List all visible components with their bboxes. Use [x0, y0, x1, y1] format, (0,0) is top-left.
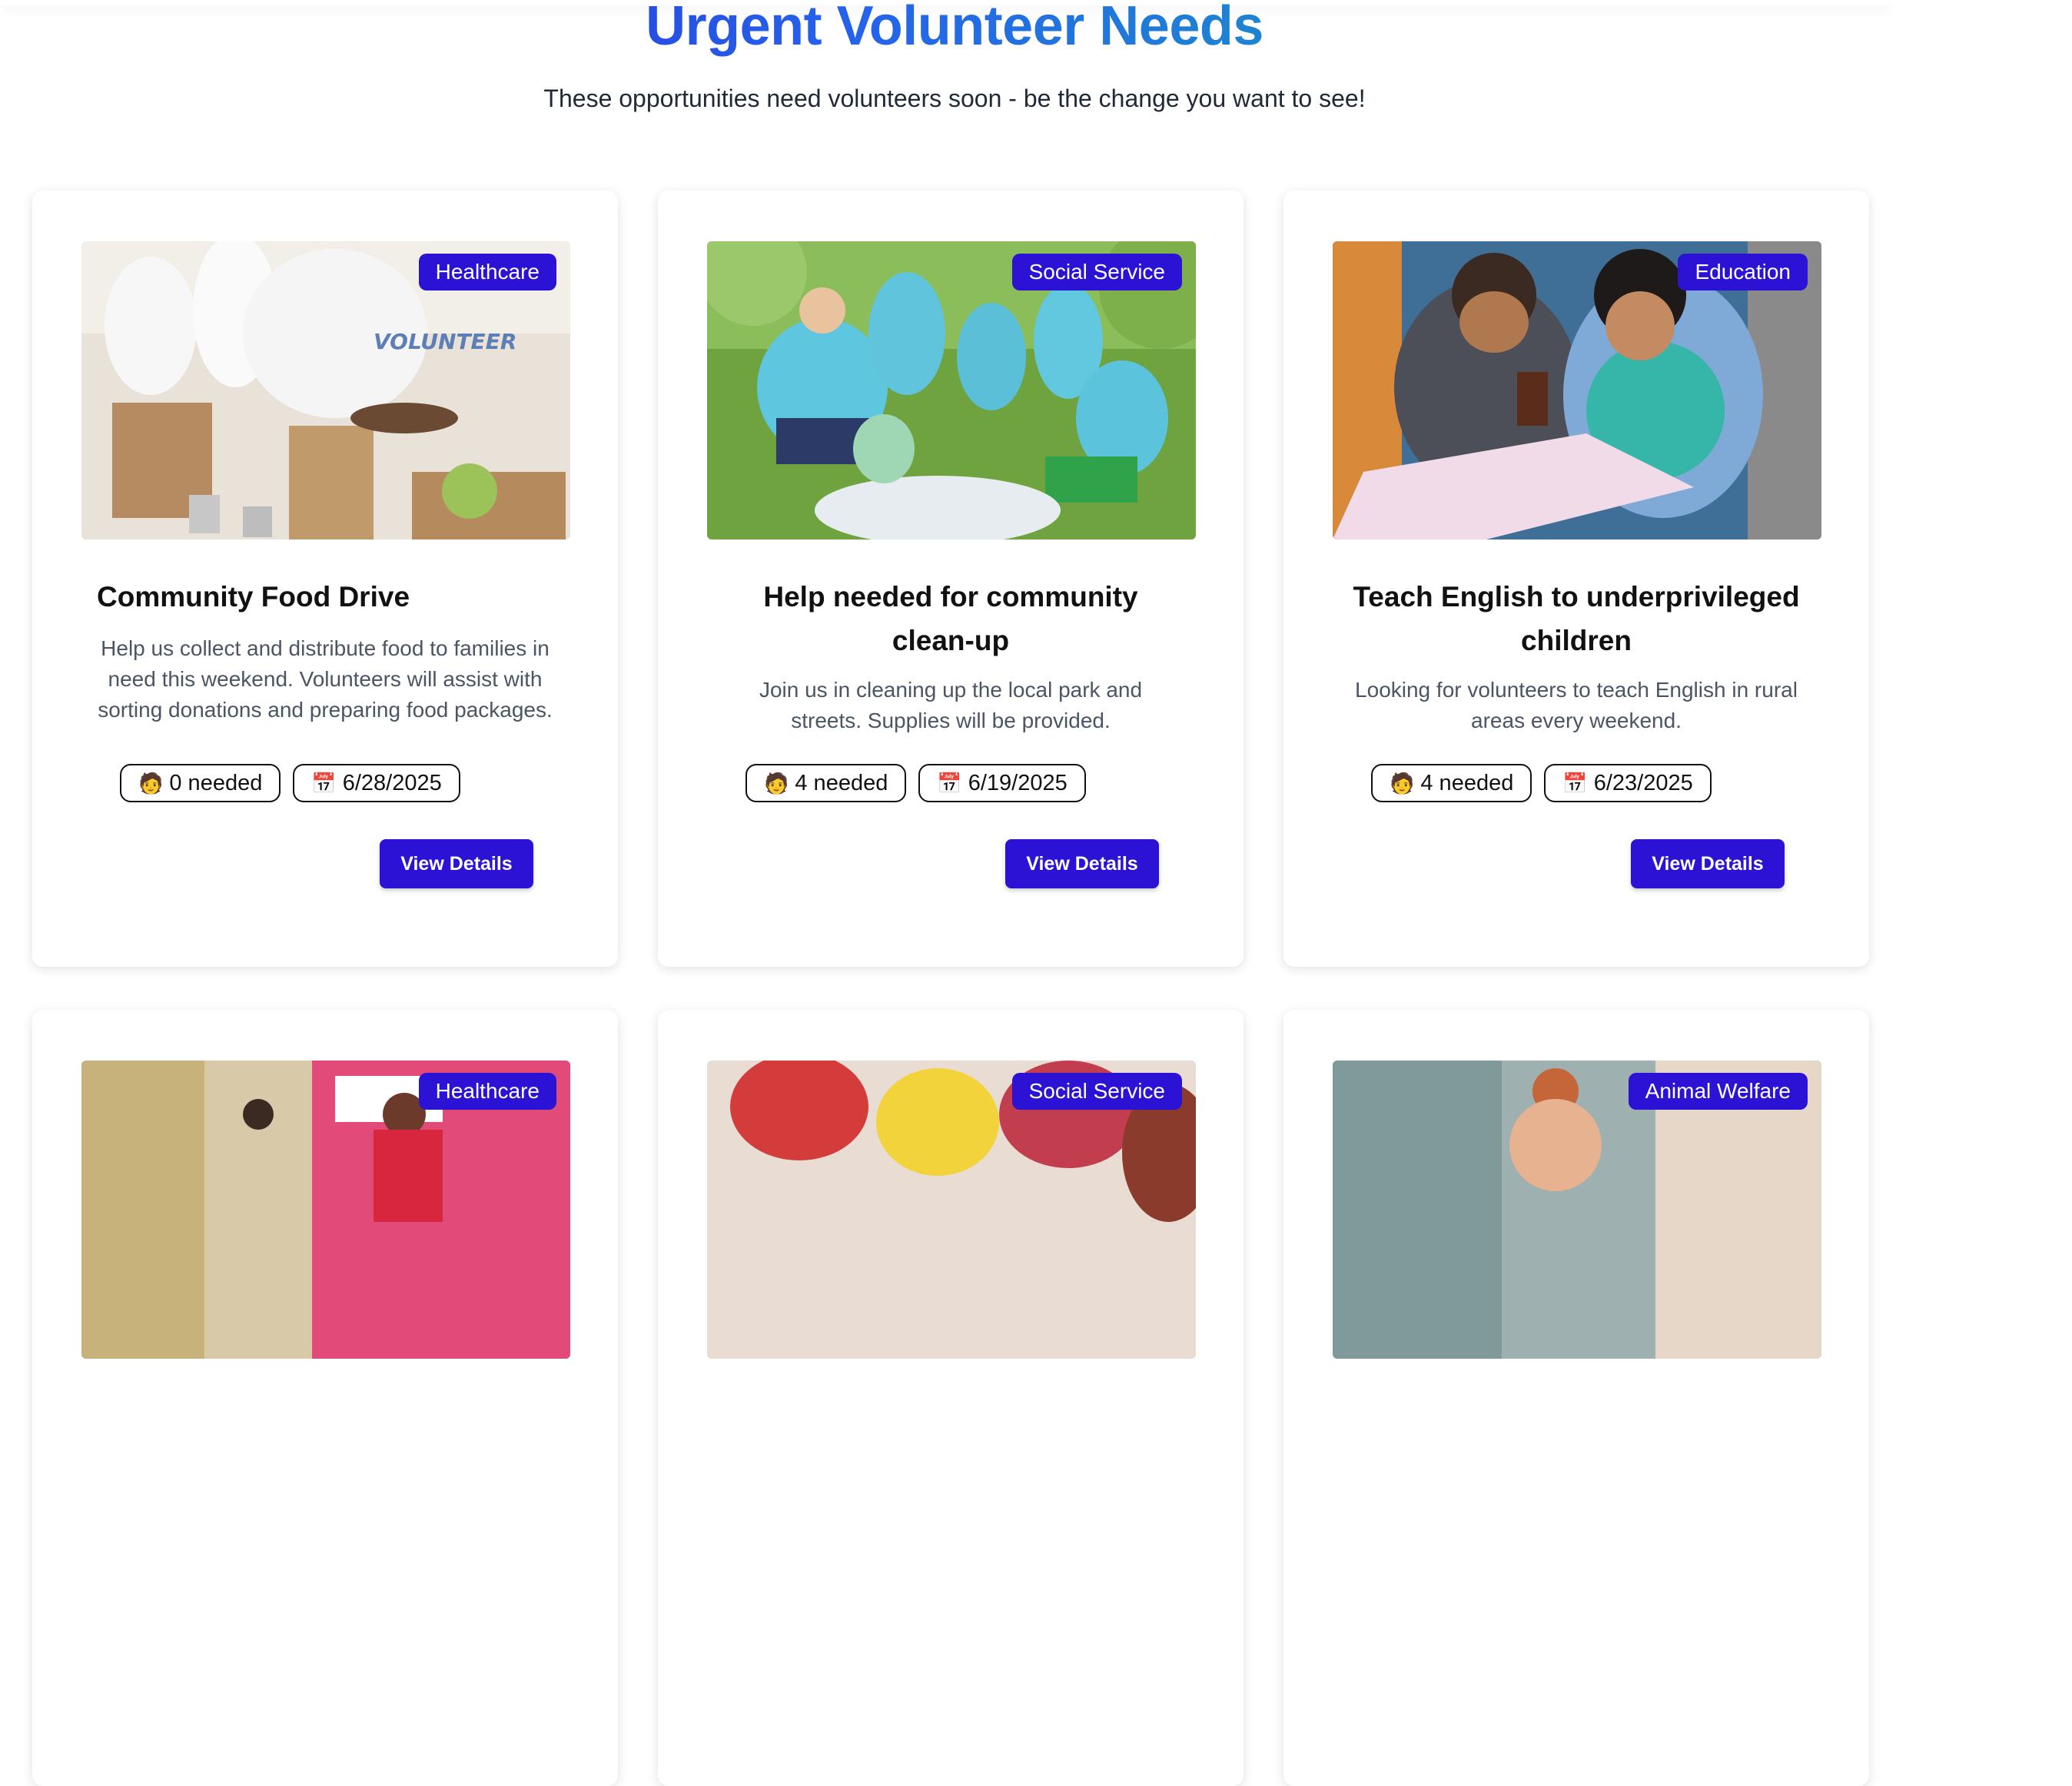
date-pill: 📅 6/23/2025: [1544, 764, 1712, 802]
date-pill: 📅 6/19/2025: [918, 764, 1086, 802]
category-badge: Animal Welfare: [1628, 1073, 1808, 1110]
category-badge: Social Service: [1011, 254, 1182, 290]
page-subtitle: These opportunities need volunteers soon…: [543, 85, 1366, 112]
page-title: Urgent Volunteer Needs: [0, 0, 1909, 58]
svg-text:VOLUNTEER: VOLUNTEER: [374, 329, 516, 354]
date-pill: 📅 6/28/2025: [293, 764, 460, 802]
opportunity-card[interactable]: Education Teach English to underprivileg…: [1283, 191, 1869, 967]
volunteers-needed-pill: 🧑 0 needed: [120, 764, 281, 802]
category-badge: Social Service: [1011, 1073, 1182, 1110]
person-emoji-icon: 🧑: [138, 772, 164, 795]
volunteers-needed-pill: 🧑 4 needed: [745, 764, 907, 802]
calendar-icon: 📅: [311, 772, 337, 795]
card-description: Join us in cleaning up the local park an…: [759, 678, 1143, 732]
view-details-button[interactable]: View Details: [1631, 839, 1785, 888]
card-description: Help us collect and distribute food to f…: [98, 636, 553, 722]
card-meta: 🧑 0 needed 📅 6/28/2025: [120, 764, 460, 802]
card-meta: 🧑 4 needed 📅 6/19/2025: [745, 764, 1086, 802]
person-emoji-icon: 🧑: [1390, 772, 1415, 795]
card-description: Looking for volunteers to teach English …: [1355, 678, 1798, 732]
volunteers-needed-pill: 🧑 4 needed: [1371, 764, 1532, 802]
person-emoji-icon: 🧑: [764, 772, 789, 795]
calendar-icon: 📅: [1562, 772, 1588, 795]
category-badge: Education: [1678, 254, 1808, 290]
card-title: Teach English to underprivileged childre…: [1353, 581, 1800, 656]
card-title: Community Food Drive: [97, 581, 410, 612]
opportunity-card[interactable]: Social Service Help needed for community…: [658, 191, 1244, 967]
view-details-button[interactable]: View Details: [1005, 839, 1159, 888]
category-badge: Healthcare: [418, 1073, 556, 1110]
category-badge: Healthcare: [418, 254, 556, 290]
calendar-icon: 📅: [937, 772, 962, 795]
card-title: Help needed for community clean-up: [763, 581, 1138, 656]
view-details-button[interactable]: View Details: [380, 839, 533, 888]
opportunity-card[interactable]: VOLUNTEER Healthcare Community Food Driv…: [32, 191, 618, 967]
card-meta: 🧑 4 needed 📅 6/23/2025: [1371, 764, 1712, 802]
